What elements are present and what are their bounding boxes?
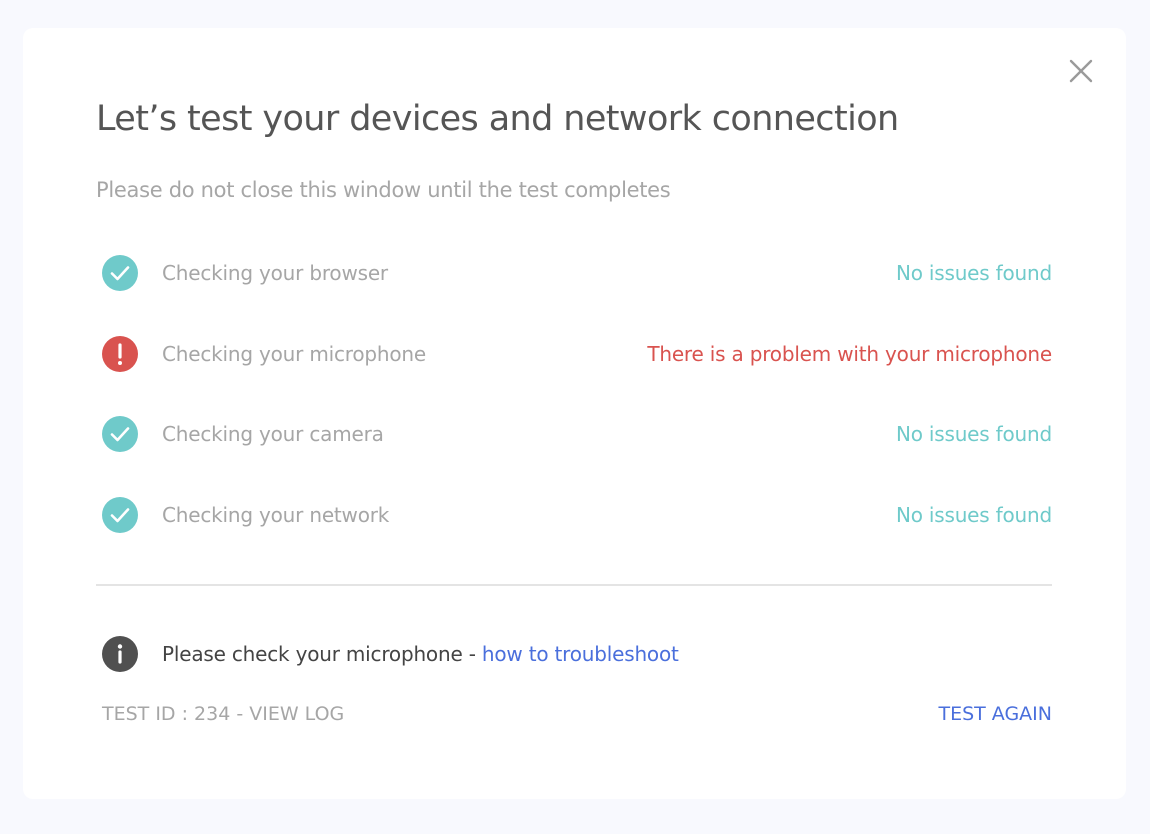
check-status-camera: No issues found bbox=[895, 422, 1052, 446]
check-status-microphone: There is a problem with your microphone bbox=[647, 342, 1052, 366]
error-circle-icon bbox=[102, 336, 138, 372]
test-dialog bbox=[23, 28, 1126, 799]
check-label-microphone: Checking your microphone bbox=[162, 342, 426, 366]
test-again-button[interactable]: TEST AGAIN bbox=[938, 699, 1052, 729]
check-row-microphone: Checking your microphone There is a prob… bbox=[102, 336, 1052, 372]
check-label-browser: Checking your browser bbox=[162, 261, 388, 285]
check-row-camera: Checking your camera No issues found bbox=[102, 416, 1052, 452]
info-circle-icon bbox=[102, 636, 138, 672]
check-status-network: No issues found bbox=[895, 503, 1052, 527]
dialog-title: Let’s test your devices and network conn… bbox=[96, 99, 899, 139]
divider bbox=[96, 584, 1052, 586]
test-id-view-log[interactable]: TEST ID : 234 - VIEW LOG bbox=[102, 699, 344, 729]
info-row: Please check your microphone - how to tr… bbox=[102, 636, 902, 672]
dialog-subtitle: Please do not close this window until th… bbox=[96, 178, 671, 202]
check-row-network: Checking your network No issues found bbox=[102, 497, 1052, 533]
check-row-browser: Checking your browser No issues found bbox=[102, 255, 1052, 291]
close-icon[interactable] bbox=[1068, 58, 1094, 84]
check-status-browser: No issues found bbox=[895, 261, 1052, 285]
check-label-network: Checking your network bbox=[162, 503, 390, 527]
info-message: Please check your microphone - how to tr… bbox=[162, 639, 679, 669]
info-message-text: Please check your microphone - bbox=[162, 642, 482, 666]
troubleshoot-link[interactable]: how to troubleshoot bbox=[482, 642, 679, 666]
check-circle-icon bbox=[102, 416, 138, 452]
check-circle-icon bbox=[102, 497, 138, 533]
check-label-camera: Checking your camera bbox=[162, 422, 384, 446]
check-circle-icon bbox=[102, 255, 138, 291]
